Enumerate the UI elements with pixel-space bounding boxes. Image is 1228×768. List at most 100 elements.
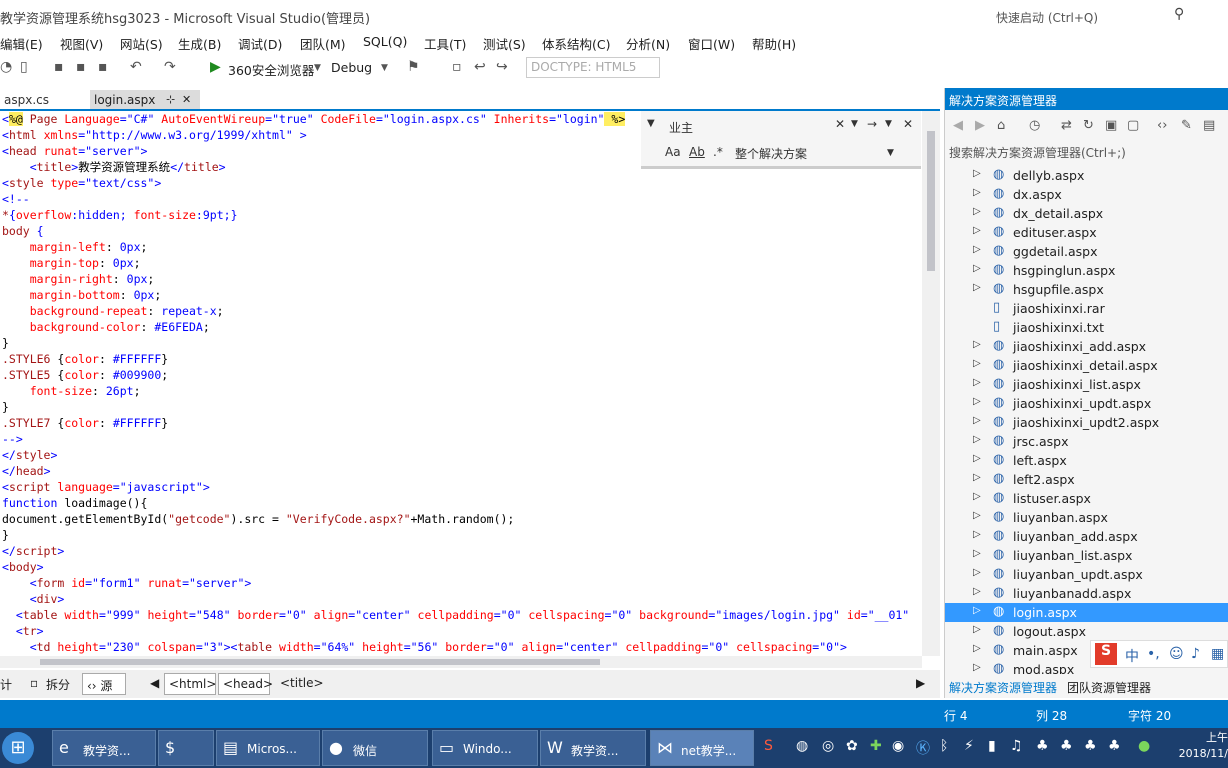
- code-line[interactable]: -->: [2, 431, 909, 447]
- quick-launch-input[interactable]: 快速启动 (Ctrl+Q): [996, 9, 1098, 26]
- taskbar-task[interactable]: e 教学资...: [52, 730, 156, 766]
- tree-item[interactable]: ▷ ◍ dx_detail.aspx: [945, 204, 1228, 223]
- qq-icon[interactable]: ♣: [1108, 738, 1121, 754]
- chevron-down-icon[interactable]: ▼: [314, 63, 321, 73]
- breadcrumb-head[interactable]: <head>: [218, 673, 273, 695]
- code-line[interactable]: <script language="javascript">: [2, 479, 909, 495]
- forward-icon[interactable]: ▶: [975, 118, 985, 133]
- chevron-down-icon[interactable]: ▼: [887, 148, 894, 158]
- code-line[interactable]: document.getElementById("getcode").src =…: [2, 511, 909, 527]
- expand-icon[interactable]: ▷: [973, 377, 981, 388]
- code-line[interactable]: </style>: [2, 447, 909, 463]
- save-all-icon[interactable]: ▪: [98, 59, 108, 75]
- close-icon[interactable]: ✕: [182, 93, 191, 106]
- menu-item-8[interactable]: 测试(S): [483, 34, 526, 53]
- menu-item-11[interactable]: 窗口(W): [688, 34, 735, 53]
- tree-item[interactable]: ▷ ◍ liuyanbanadd.aspx: [945, 584, 1228, 603]
- expand-icon[interactable]: ▷: [973, 662, 981, 673]
- home-icon[interactable]: ⌂: [997, 118, 1005, 133]
- mic-icon[interactable]: ♪: [1191, 646, 1200, 662]
- code-line[interactable]: body {: [2, 223, 909, 239]
- save-icon[interactable]: ▪: [76, 59, 86, 75]
- code-line[interactable]: </head>: [2, 463, 909, 479]
- crumb-left-icon[interactable]: ◀: [150, 676, 159, 690]
- ime-logo[interactable]: S: [1095, 643, 1117, 665]
- tree-item[interactable]: ▷ ◍ logout.aspx: [945, 622, 1228, 641]
- horizontal-scrollbar[interactable]: [0, 656, 922, 668]
- app-icon[interactable]: ✿: [846, 738, 858, 754]
- tree-item[interactable]: ▷ ◍ jiaoshixinxi_add.aspx: [945, 337, 1228, 356]
- code-line[interactable]: <!--: [2, 191, 909, 207]
- tab-team-explorer[interactable]: 团队资源管理器: [1067, 679, 1151, 696]
- menu-item-12[interactable]: 帮助(H): [752, 34, 796, 53]
- code-line[interactable]: <form id="form1" runat="server">: [2, 575, 909, 591]
- view-code-icon[interactable]: ‹›: [1157, 118, 1167, 133]
- back-icon[interactable]: ◔: [0, 59, 12, 75]
- menu-item-6[interactable]: SQL(Q): [363, 34, 407, 49]
- tree-item[interactable]: ▯ jiaoshixinxi.rar: [945, 299, 1228, 318]
- tree-item[interactable]: ▷ ◍ dellyb.aspx: [945, 166, 1228, 185]
- breadcrumb-html[interactable]: <html>: [164, 673, 216, 695]
- expand-icon[interactable]: ▷: [973, 453, 981, 464]
- qq-icon[interactable]: ♣: [1036, 738, 1049, 754]
- sogou-icon[interactable]: S: [764, 738, 773, 754]
- tab-login-aspx[interactable]: login.aspx ⊹ ✕: [90, 90, 200, 110]
- expand-icon[interactable]: ▷: [973, 605, 981, 616]
- design-view-button[interactable]: 计: [0, 676, 12, 693]
- menu-item-9[interactable]: 体系结构(C): [542, 34, 610, 53]
- run-target-dropdown[interactable]: 360安全浏览器: [228, 60, 314, 79]
- expand-icon[interactable]: ▷: [973, 415, 981, 426]
- chevron-down-icon[interactable]: ▼: [647, 118, 655, 129]
- menu-item-10[interactable]: 分析(N): [626, 34, 670, 53]
- source-view-button[interactable]: ‹› 源: [82, 673, 126, 695]
- taskbar-task[interactable]: ▭ Windo...: [432, 730, 538, 766]
- expand-icon[interactable]: ▷: [973, 206, 981, 217]
- sync-icon[interactable]: ⇄: [1061, 118, 1072, 133]
- expand-icon[interactable]: ▷: [973, 339, 981, 350]
- expand-icon[interactable]: ▷: [973, 529, 981, 540]
- code-line[interactable]: </script>: [2, 543, 909, 559]
- open-icon[interactable]: ▪: [54, 59, 64, 75]
- app-icon[interactable]: ●: [1138, 738, 1150, 754]
- expand-icon[interactable]: ▷: [973, 187, 981, 198]
- code-editor[interactable]: <%@ Page Language="C#" AutoEventWireup="…: [0, 111, 922, 656]
- tree-item[interactable]: ▷ ◍ left2.aspx: [945, 470, 1228, 489]
- taskbar-task[interactable]: ● 微信: [322, 730, 428, 766]
- tree-item[interactable]: ▷ ◍ liuyanban_updt.aspx: [945, 565, 1228, 584]
- tree-item[interactable]: ▷ ◍ jiaoshixinxi_list.aspx: [945, 375, 1228, 394]
- expand-icon[interactable]: ▷: [973, 396, 981, 407]
- menu-item-0[interactable]: 编辑(E): [0, 34, 43, 53]
- expand-icon[interactable]: ▷: [973, 472, 981, 483]
- wechat-icon[interactable]: ◉: [892, 738, 904, 754]
- chevron-down-icon[interactable]: ▼: [381, 63, 388, 73]
- pin-icon[interactable]: ⊹: [166, 93, 175, 106]
- menu-item-2[interactable]: 网站(S): [120, 34, 163, 53]
- menu-item-7[interactable]: 工具(T): [424, 34, 466, 53]
- code-line[interactable]: <div>: [2, 591, 909, 607]
- expand-icon[interactable]: ▷: [973, 586, 981, 597]
- volume-icon[interactable]: ♫: [1010, 738, 1023, 754]
- taskbar-task[interactable]: ⋈ net教学...: [650, 730, 754, 766]
- qq-icon[interactable]: ♣: [1060, 738, 1073, 754]
- scrollbar-thumb[interactable]: [927, 131, 935, 271]
- whole-word-toggle[interactable]: Ab: [689, 145, 705, 159]
- code-line[interactable]: margin-left: 0px;: [2, 239, 909, 255]
- tree-item[interactable]: ▷ ◍ jiaoshixinxi_detail.aspx: [945, 356, 1228, 375]
- chevron-down-icon[interactable]: ▼: [851, 119, 858, 129]
- code-line[interactable]: <td height="230" colspan="3"><table widt…: [2, 639, 909, 655]
- expand-icon[interactable]: ▷: [973, 510, 981, 521]
- back-icon[interactable]: ◀: [953, 118, 963, 133]
- code-line[interactable]: <style type="text/css">: [2, 175, 909, 191]
- page-icon[interactable]: ▫: [452, 59, 462, 75]
- app-icon[interactable]: ◎: [822, 738, 834, 754]
- tab-solution-explorer[interactable]: 解决方案资源管理器: [949, 679, 1057, 696]
- bluetooth-icon[interactable]: ᛒ: [940, 738, 948, 754]
- code-line[interactable]: margin-top: 0px;: [2, 255, 909, 271]
- code-line[interactable]: font-size: 26pt;: [2, 383, 909, 399]
- menu-item-4[interactable]: 调试(D): [238, 34, 282, 53]
- match-case-toggle[interactable]: Aa: [665, 145, 681, 159]
- menu-item-1[interactable]: 视图(V): [60, 34, 103, 53]
- code-line[interactable]: background-repeat: repeat-x;: [2, 303, 909, 319]
- code-line[interactable]: <body>: [2, 559, 909, 575]
- scrollbar-thumb[interactable]: [40, 659, 600, 665]
